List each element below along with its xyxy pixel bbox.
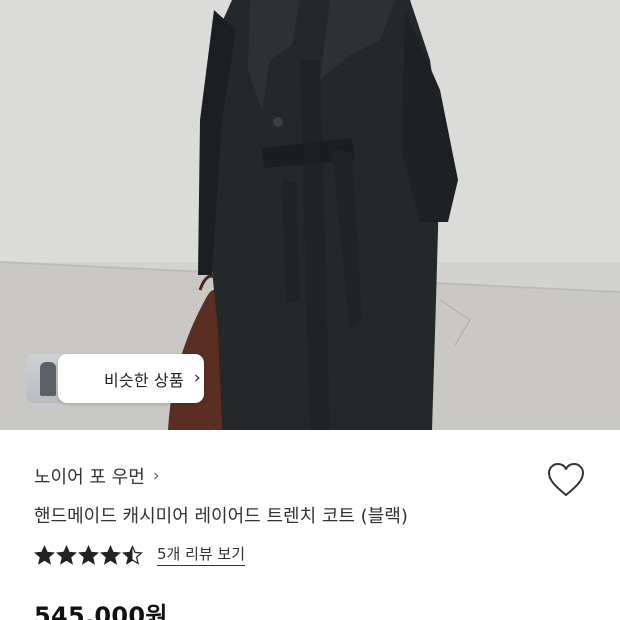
star-icon [78,545,99,565]
chevron-right-icon: › [152,466,160,486]
product-image[interactable]: 비슷한 상품 › [0,0,620,430]
product-price: 545,000원 [34,602,168,620]
review-link[interactable]: 5개 리뷰 보기 [157,545,246,566]
star-icon [100,545,121,565]
similar-products-button[interactable]: 비슷한 상품 › [26,354,204,403]
brand-link[interactable]: 노이어 포 우먼 › [34,463,160,489]
star-icon [122,545,143,565]
similar-products-label: 비슷한 상품 [104,370,184,390]
star-icon [34,545,55,565]
similar-products-pill[interactable]: 비슷한 상품 › [58,354,204,403]
heart-outline-icon[interactable] [547,462,585,498]
star-icon [56,545,77,565]
rating-row: 5개 리뷰 보기 [34,545,246,566]
star-rating [34,545,143,566]
brand-name: 노이어 포 우먼 [34,467,145,488]
chevron-right-icon: › [193,368,201,388]
product-title: 핸드메이드 캐시미어 레이어드 트렌치 코트 (블랙) [34,506,408,527]
